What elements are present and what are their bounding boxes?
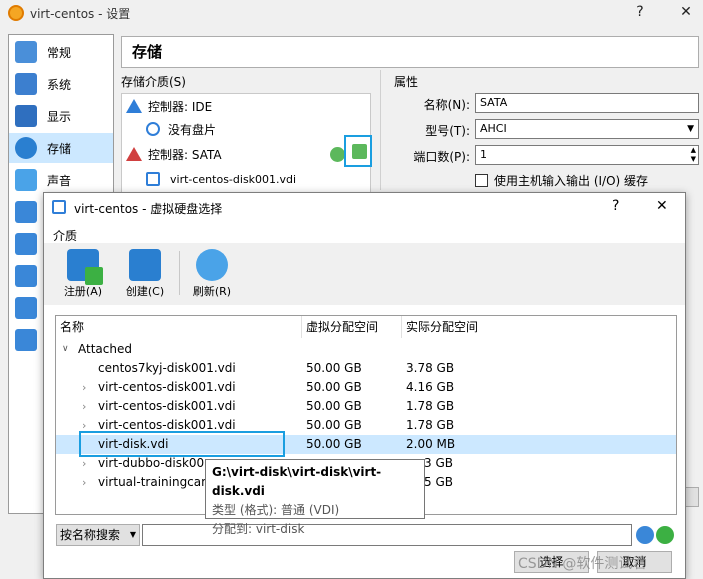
add-disk-icon [67,249,103,285]
user-interface-icon [15,329,37,351]
watermark: CSDN @软件测试君 [518,556,647,572]
create-button[interactable]: 创建(C) [120,247,170,301]
table-row[interactable]: › virt-centos-disk001.vdi 50.00 GB 4.16 … [56,378,676,397]
hard-disk-icon [146,172,160,186]
sidebar-item-label: 存储 [47,141,72,156]
dialog-titlebar: virt-centos - 虚拟硬盘选择 ? ✕ [44,193,685,221]
chevron-right-icon[interactable]: › [82,473,86,492]
app-icon [8,5,24,21]
search-next-icon[interactable] [656,526,674,544]
register-button[interactable]: 注册(A) [58,247,108,301]
column-name[interactable]: 名称 [56,316,302,338]
menu-media[interactable]: 介质 [53,227,77,244]
chevron-down-icon: ∨ [62,344,69,354]
tree-empty-disc[interactable]: 没有盘片 [146,118,216,140]
dialog-close-button[interactable]: ✕ [656,198,668,214]
help-button[interactable]: ? [626,2,654,22]
chevron-right-icon[interactable]: › [82,378,86,397]
settings-titlebar: virt-centos - 设置 ? ✕ [0,0,703,26]
type-select[interactable]: AHCI ▼ [475,119,699,139]
checkbox-icon [475,174,488,187]
storage-icon [15,137,37,159]
serial-port-icon [15,233,37,255]
audio-icon [15,169,37,191]
system-icon [15,73,37,95]
ok-button-partial[interactable] [684,487,699,507]
type-label: 型号(T): [425,124,470,138]
attributes-title: 属性 [394,75,419,89]
table-row[interactable]: centos7kyj-disk001.vdi 50.00 GB 3.78 GB [56,359,676,378]
dialog-help-button[interactable]: ? [612,198,619,214]
tree-hdd-item[interactable]: virt-centos-disk001.vdi [146,168,296,190]
controller-icon [126,99,142,113]
sidebar-item-label: 显示 [47,109,72,124]
refresh-icon [196,249,228,281]
general-icon [15,41,37,63]
sidebar-item-label: 常规 [47,45,72,60]
create-disk-icon [129,249,161,281]
sidebar-item-audio[interactable]: 声音 [9,165,113,195]
storage-tree[interactable]: 控制器: IDE 没有盘片 控制器: SATA virt-centos-disk… [121,93,372,193]
tooltip-attached: 分配到: virt-disk [212,522,305,536]
tooltip-type: 类型 (格式): 普通 (VDI) [212,503,340,517]
display-icon [15,105,37,127]
dialog-title: virt-centos - 虚拟硬盘选择 [74,202,223,216]
sidebar-item-label: 系统 [47,77,72,92]
dialog-icon [52,200,66,214]
controller-icon [126,147,142,161]
table-row-selected[interactable]: virt-disk.vdi 50.00 GB 2.00 MB [56,431,676,457]
refresh-button[interactable]: 刷新(R) [187,247,237,301]
port-stepper[interactable]: 1 ▲ ▼ [475,145,699,165]
toolbar-divider [179,251,180,295]
column-actual-size[interactable]: 实际分配空间 [402,316,676,338]
tree-controller-sata[interactable]: 控制器: SATA [126,143,222,165]
add-hard-disk-button[interactable] [344,135,372,167]
window-title: virt-centos - 设置 [30,6,131,21]
table-row[interactable]: › virt-centos-disk001.vdi 50.00 GB 1.78 … [56,397,676,416]
shared-folder-icon [15,297,37,319]
sidebar-item-system[interactable]: 系统 [9,69,113,99]
name-label: 名称(N): [423,98,470,112]
tree-controller-ide[interactable]: 控制器: IDE [126,95,212,117]
add-hdd-icon [352,144,367,159]
disk-tooltip: G:\virt-disk\virt-disk\virt-disk.vdi 类型 … [205,459,425,536]
sidebar-item-general[interactable]: 常规 [9,37,113,67]
sidebar-item-label: 声音 [47,173,72,188]
sidebar-item-storage[interactable]: 存储 [9,133,113,163]
chevron-right-icon[interactable]: › [82,454,86,473]
add-optical-icon[interactable] [330,147,345,162]
name-field[interactable]: SATA [475,93,699,113]
group-attached[interactable]: ∨ Attached [56,340,676,359]
tooltip-path: G:\virt-disk\virt-disk\virt-disk.vdi [212,465,382,498]
close-button[interactable]: ✕ [672,2,700,22]
search-prev-icon[interactable] [636,526,654,544]
port-label: 端口数(P): [413,150,470,164]
dialog-toolbar: 注册(A) 创建(C) 刷新(R) [44,243,685,305]
chevron-down-icon: ▼ [687,124,694,134]
disc-icon [146,122,160,136]
sidebar-item-display[interactable]: 显示 [9,101,113,131]
chevron-down-icon: ▼ [129,530,136,539]
section-header: 存储 [121,36,699,68]
io-cache-checkbox[interactable]: 使用主机输入输出 (I/O) 缓存 [475,172,648,189]
usb-icon [15,265,37,287]
stepper-arrows-icon[interactable]: ▲ ▼ [691,146,696,164]
network-icon [15,201,37,223]
storage-media-label: 存储介质(S) [121,75,186,89]
chevron-right-icon[interactable]: › [82,397,86,416]
search-mode-select[interactable]: 按名称搜索 ▼ [56,524,140,546]
column-virtual-size[interactable]: 虚拟分配空间 [302,316,402,338]
